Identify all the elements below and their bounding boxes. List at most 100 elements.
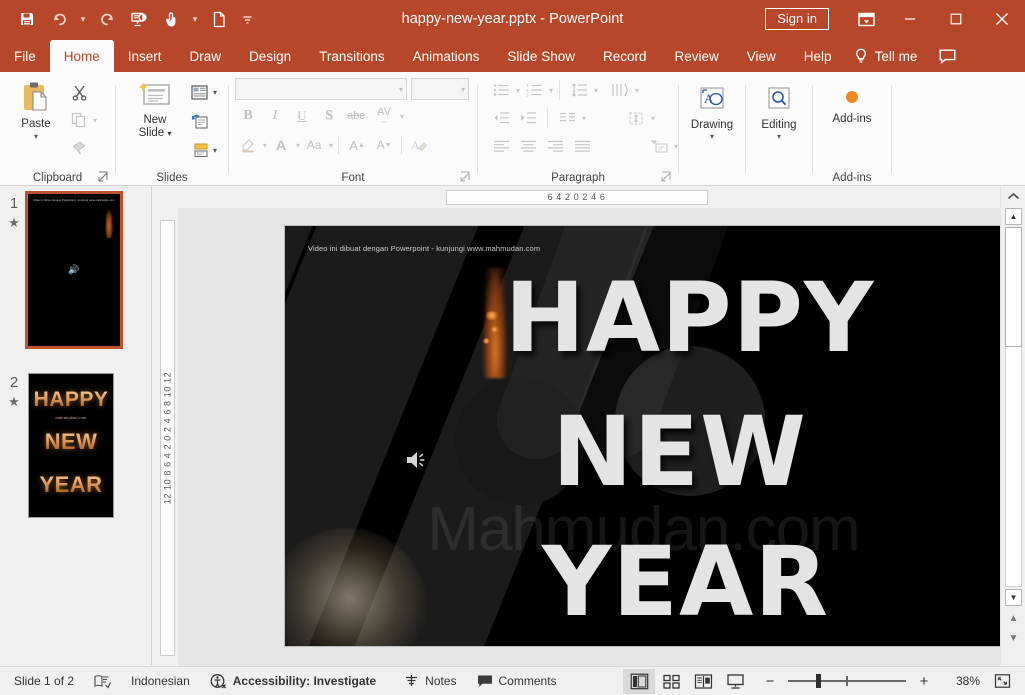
audio-speaker-icon[interactable]: [405, 448, 431, 472]
animation-star-icon[interactable]: ★: [0, 216, 28, 229]
slide-show-view-button[interactable]: [719, 669, 751, 694]
scroll-up-button[interactable]: ▲: [1005, 208, 1022, 225]
numbering-dropdown-icon[interactable]: ▾: [549, 86, 553, 95]
layout-button[interactable]: [186, 79, 212, 105]
undo-icon[interactable]: [44, 5, 74, 33]
reading-view-button[interactable]: [687, 669, 719, 694]
section-dropdown-icon[interactable]: ▾: [213, 146, 217, 155]
layout-dropdown-icon[interactable]: ▾: [213, 88, 217, 97]
font-name-combo[interactable]: ▾: [235, 78, 407, 100]
paste-button[interactable]: Paste ▾: [8, 77, 64, 141]
spell-check-button[interactable]: [84, 669, 121, 694]
slide-thumbnail-pane[interactable]: 1 ★ Video ini dibuat dengan Powerpoint -…: [0, 186, 152, 665]
thumbnail-image-1[interactable]: Video ini dibuat dengan Powerpoint - kun…: [28, 194, 120, 346]
columns-button[interactable]: [554, 105, 580, 131]
tab-animations[interactable]: Animations: [399, 40, 494, 72]
tab-help[interactable]: Help: [790, 40, 846, 72]
animation-star-icon[interactable]: ★: [0, 395, 28, 408]
zoom-slider-handle[interactable]: [816, 674, 821, 688]
editing-dropdown-icon[interactable]: ▾: [777, 132, 781, 141]
align-text-button[interactable]: [623, 105, 649, 131]
change-case-button[interactable]: Aa: [301, 132, 327, 158]
convert-to-smartart-dropdown-icon[interactable]: ▾: [674, 142, 678, 151]
align-center-button[interactable]: [515, 133, 541, 159]
underline-button[interactable]: U: [289, 103, 315, 129]
format-painter-button[interactable]: [66, 135, 92, 161]
font-dialog-launcher-icon[interactable]: [460, 171, 473, 184]
zoom-in-button[interactable]: +: [915, 673, 933, 690]
zoom-control[interactable]: − + 38%: [761, 669, 1025, 694]
comments-button[interactable]: Comments: [467, 669, 567, 694]
comments-icon[interactable]: [927, 40, 967, 72]
language-button[interactable]: Indonesian: [121, 669, 200, 694]
tab-slide-show[interactable]: Slide Show: [493, 40, 589, 72]
touch-mode-dropdown-icon[interactable]: ▾: [188, 5, 202, 33]
slide-canvas[interactable]: Mahmudan.com Video ini dibuat dengan Pow…: [178, 208, 1000, 668]
addins-button[interactable]: Add-ins: [817, 84, 887, 126]
columns-dropdown-icon[interactable]: ▾: [582, 114, 586, 123]
clear-formatting-button[interactable]: A: [406, 132, 432, 158]
thumbnail-item-1[interactable]: 1 ★ Video ini dibuat dengan Powerpoint -…: [0, 194, 120, 346]
cut-button[interactable]: [66, 79, 92, 105]
tab-file[interactable]: File: [0, 40, 50, 72]
tell-me-search[interactable]: Tell me: [846, 40, 928, 72]
increase-indent-button[interactable]: [515, 105, 541, 131]
vertical-scrollbar[interactable]: ▲ ▼ ▲ ▼: [1000, 186, 1025, 665]
text-direction-dropdown-icon[interactable]: ▾: [635, 86, 639, 95]
sign-in-button[interactable]: Sign in: [765, 8, 829, 30]
save-icon[interactable]: [12, 5, 42, 33]
text-highlight-dropdown-icon[interactable]: ▾: [263, 141, 267, 150]
paste-dropdown-icon[interactable]: ▾: [34, 132, 38, 141]
collapse-ribbon-icon[interactable]: [1001, 186, 1025, 206]
paragraph-dialog-launcher-icon[interactable]: [661, 171, 674, 184]
new-file-icon[interactable]: [204, 5, 234, 33]
current-slide[interactable]: Mahmudan.com Video ini dibuat dengan Pow…: [285, 226, 1000, 646]
bullets-dropdown-icon[interactable]: ▾: [516, 86, 520, 95]
drawing-dropdown-icon[interactable]: ▾: [710, 132, 714, 141]
character-spacing-dropdown-icon[interactable]: ▾: [400, 112, 404, 121]
font-color-dropdown-icon[interactable]: ▾: [296, 141, 300, 150]
next-slide-button[interactable]: ▼: [1005, 630, 1022, 647]
drawing-group-button[interactable]: A Drawing ▾: [681, 82, 743, 141]
tab-view[interactable]: View: [733, 40, 790, 72]
touch-mode-icon[interactable]: [156, 5, 186, 33]
tab-transitions[interactable]: Transitions: [305, 40, 399, 72]
strikethrough-button[interactable]: abc: [343, 103, 369, 129]
redo-icon[interactable]: [92, 5, 122, 33]
maximize-button[interactable]: [933, 0, 979, 38]
font-size-combo[interactable]: ▾: [411, 78, 469, 100]
ribbon-display-options-icon[interactable]: [845, 0, 887, 38]
zoom-slider[interactable]: [788, 674, 906, 688]
vertical-ruler[interactable]: 12 10 8 6 4 2 0 2 4 6 8 10 12: [156, 208, 178, 668]
notes-button[interactable]: Notes: [394, 669, 466, 694]
italic-button[interactable]: I: [262, 103, 288, 129]
minimize-button[interactable]: [887, 0, 933, 38]
section-button[interactable]: [186, 137, 212, 163]
tab-home[interactable]: Home: [50, 40, 114, 72]
start-from-beginning-icon[interactable]: [124, 5, 154, 33]
tab-insert[interactable]: Insert: [114, 40, 176, 72]
tab-review[interactable]: Review: [661, 40, 733, 72]
font-color-button[interactable]: A: [268, 132, 294, 158]
line-spacing-button[interactable]: [566, 77, 592, 103]
increase-font-size-button[interactable]: A▲: [344, 132, 370, 158]
tab-design[interactable]: Design: [235, 40, 305, 72]
tab-record[interactable]: Record: [589, 40, 661, 72]
thumbnail-image-2[interactable]: HAPPY mahmudan.com NEW YEAR: [28, 373, 114, 518]
reset-button[interactable]: [186, 108, 212, 134]
scrollbar-thumb[interactable]: [1005, 227, 1022, 347]
decrease-indent-button[interactable]: [488, 105, 514, 131]
new-slide-dropdown-icon[interactable]: ▾: [167, 129, 171, 138]
align-right-button[interactable]: [542, 133, 568, 159]
customize-qat-icon[interactable]: [236, 5, 258, 33]
scroll-down-button[interactable]: ▼: [1005, 589, 1022, 606]
align-left-button[interactable]: [488, 133, 514, 159]
accessibility-button[interactable]: Accessibility: Investigate: [200, 669, 386, 694]
bold-button[interactable]: B: [235, 103, 261, 129]
text-shadow-button[interactable]: S: [316, 103, 342, 129]
editing-group-button[interactable]: Editing ▾: [748, 82, 810, 141]
character-spacing-button[interactable]: AV ↔: [370, 103, 398, 129]
copy-dropdown-icon[interactable]: ▾: [93, 116, 97, 125]
clipboard-dialog-launcher-icon[interactable]: [98, 171, 111, 184]
previous-slide-button[interactable]: ▲: [1005, 610, 1022, 627]
